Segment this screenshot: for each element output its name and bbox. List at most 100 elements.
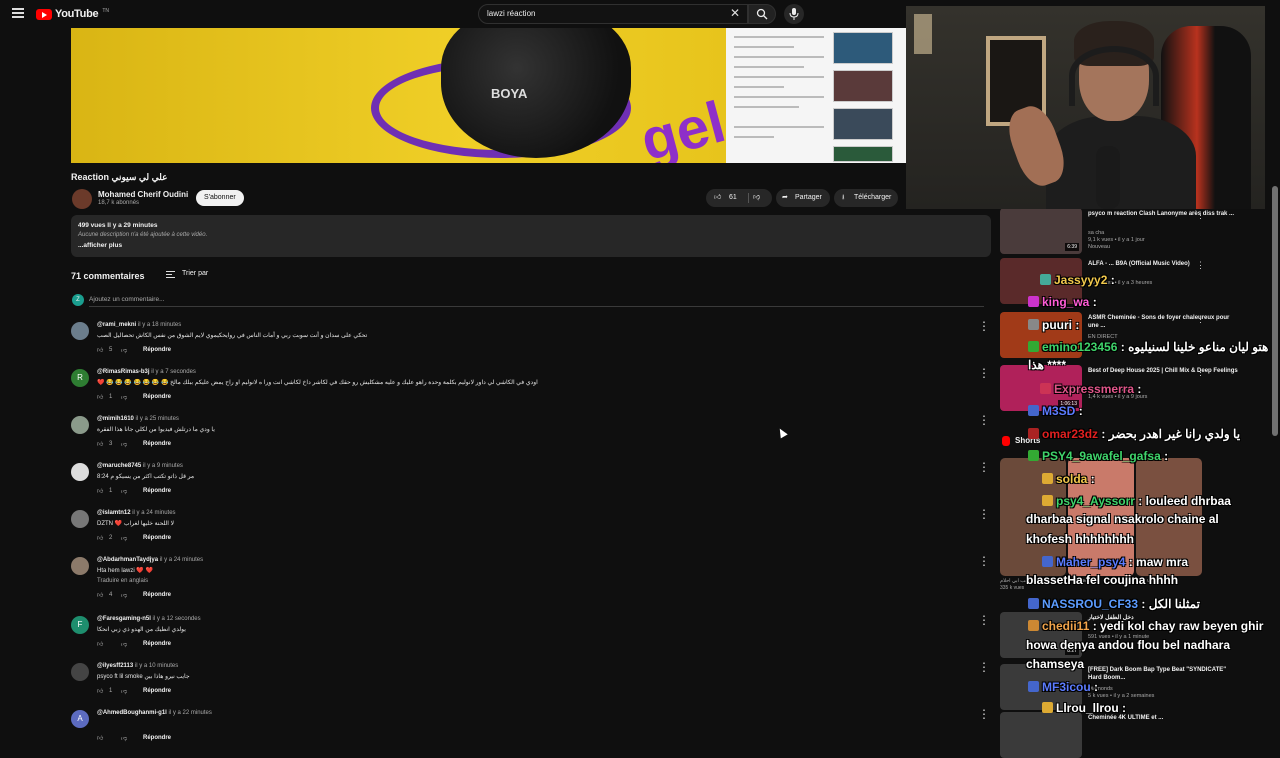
- thumbs-up-icon[interactable]: 👍︎: [97, 440, 103, 448]
- comment-author[interactable]: @RimasRimas-b3j: [97, 369, 150, 375]
- description-box[interactable]: 499 vues Il y a 29 minutes Aucune descri…: [71, 215, 991, 257]
- more-options-icon[interactable]: [978, 707, 990, 722]
- search-input[interactable]: lawzi réaction: [478, 4, 748, 24]
- more-options-icon[interactable]: ⋮: [1196, 210, 1205, 221]
- comment-author[interactable]: @AbdarhmanTaydjya: [97, 557, 158, 563]
- more-options-icon[interactable]: [978, 460, 990, 475]
- sort-icon[interactable]: [166, 271, 175, 278]
- commenter-avatar[interactable]: [71, 322, 89, 340]
- commenter-avatar[interactable]: [71, 510, 89, 528]
- youtube-logo[interactable]: YouTube TN: [36, 8, 109, 20]
- video-player[interactable]: BOYA gel: [71, 28, 906, 163]
- comment-author[interactable]: @maruche8745: [97, 463, 141, 469]
- thumbs-up-icon[interactable]: 👍︎: [714, 189, 721, 207]
- thumbs-up-icon[interactable]: 👍︎: [97, 534, 103, 542]
- comment-time[interactable]: il y a 12 secondes: [153, 616, 201, 622]
- comment-time[interactable]: il y a 24 minutes: [160, 557, 203, 563]
- commenter-avatar[interactable]: R: [71, 369, 89, 387]
- thumbs-up-icon[interactable]: 👍︎: [97, 346, 103, 354]
- comment-time[interactable]: il y a 22 minutes: [169, 710, 212, 716]
- thumbs-up-icon[interactable]: 👍︎: [97, 487, 103, 495]
- comment-author[interactable]: @ilyesff2113: [97, 663, 133, 669]
- close-icon[interactable]: ✕: [730, 6, 740, 20]
- channel-avatar[interactable]: [72, 189, 92, 209]
- thumbs-up-icon[interactable]: 👍︎: [97, 640, 103, 648]
- video-thumbnail[interactable]: [1000, 712, 1082, 758]
- comment-author[interactable]: @Faresgaming-n5l: [97, 616, 151, 622]
- subscribe-button[interactable]: S'abonner: [196, 190, 244, 206]
- comment-time[interactable]: il y a 18 minutes: [138, 322, 181, 328]
- thumbs-down-icon[interactable]: 👎︎: [121, 640, 127, 648]
- comment-time[interactable]: il y a 7 secondes: [151, 369, 196, 375]
- more-options-icon[interactable]: [978, 319, 990, 334]
- recommended-channel[interactable]: sa cha: [1088, 230, 1238, 237]
- comment-time[interactable]: il y a 10 minutes: [135, 663, 178, 669]
- channel-name[interactable]: Mohamed Cherif Oudini: [98, 190, 188, 199]
- reply-button[interactable]: Répondre: [143, 441, 171, 447]
- comment-author[interactable]: @rami_mekni: [97, 322, 136, 328]
- thumbs-down-icon[interactable]: 👎︎: [753, 189, 760, 207]
- reply-button[interactable]: Répondre: [143, 488, 171, 494]
- recommended-title[interactable]: ALFA - ... B9A (Official Music Video): [1088, 260, 1238, 268]
- thumbs-up-icon[interactable]: 👍︎: [97, 687, 103, 695]
- commenter-avatar[interactable]: [71, 416, 89, 434]
- commenter-avatar[interactable]: [71, 557, 89, 575]
- reply-button[interactable]: Répondre: [143, 592, 171, 598]
- comment-time[interactable]: il y a 24 minutes: [132, 510, 175, 516]
- recommended-title[interactable]: Cheminée 4K ULTIME et ...: [1088, 714, 1238, 722]
- thumbs-down-icon[interactable]: 👎︎: [121, 440, 127, 448]
- recommended-title[interactable]: ASMR Cheminée - Sons de foyer chaleureux…: [1088, 314, 1238, 330]
- recommended-title[interactable]: [FREE] Dark Boom Bap Type Beat "SYNDICAT…: [1088, 666, 1238, 682]
- voice-search-button[interactable]: [784, 4, 804, 24]
- reply-button[interactable]: Répondre: [143, 394, 171, 400]
- comment-time[interactable]: il y a 9 minutes: [143, 463, 183, 469]
- more-options-icon[interactable]: ⋮: [1196, 367, 1205, 378]
- share-button[interactable]: ➦ Partager: [776, 189, 830, 207]
- page-scrollbar[interactable]: [1272, 186, 1278, 436]
- comment-author[interactable]: @AhmedBoughanmi-g1l: [97, 710, 167, 716]
- more-options-icon[interactable]: [978, 507, 990, 522]
- reply-button[interactable]: Répondre: [143, 641, 171, 647]
- recommended-title[interactable]: psyco m reaction Clash Lanonyme arès dis…: [1088, 210, 1238, 218]
- video-thumbnail[interactable]: 6:39: [1000, 208, 1082, 254]
- show-more-link[interactable]: ...afficher plus: [78, 242, 122, 249]
- menu-icon[interactable]: [12, 8, 24, 18]
- translate-link[interactable]: Traduire en anglais: [97, 578, 148, 584]
- comment-time[interactable]: il y a 25 minutes: [136, 416, 179, 422]
- thumbs-up-icon[interactable]: 👍︎: [97, 734, 103, 742]
- comment-author[interactable]: @mimih1610: [97, 416, 134, 422]
- thumbs-down-icon[interactable]: 👎︎: [121, 687, 127, 695]
- thumbs-down-icon[interactable]: 👎︎: [121, 591, 127, 599]
- commenter-avatar[interactable]: F: [71, 616, 89, 634]
- download-button[interactable]: ⭳ Télécharger: [834, 189, 898, 207]
- more-options-icon[interactable]: ⋮: [1196, 260, 1205, 271]
- more-options-icon[interactable]: [978, 660, 990, 675]
- recommended-title[interactable]: Best of Deep House 2025 | Chill Mix & De…: [1088, 367, 1238, 375]
- thumbs-down-icon[interactable]: 👎︎: [121, 734, 127, 742]
- commenter-avatar[interactable]: [71, 663, 89, 681]
- more-options-icon[interactable]: [978, 366, 990, 381]
- more-options-icon[interactable]: [978, 554, 990, 569]
- thumbs-down-icon[interactable]: 👎︎: [121, 393, 127, 401]
- comment-author[interactable]: @islamtn12: [97, 510, 131, 516]
- add-comment-input[interactable]: Ajoutez un commentaire...: [89, 296, 165, 303]
- thumbs-up-icon[interactable]: 👍︎: [97, 393, 103, 401]
- comment-text: DZTN ❤️ لا اللحنة خليها لغراب: [97, 521, 175, 527]
- commenter-avatar[interactable]: A: [71, 710, 89, 728]
- recommended-channel[interactable]: Diamonds: [1088, 686, 1238, 693]
- thumbs-down-icon[interactable]: 👎︎: [121, 346, 127, 354]
- reply-button[interactable]: Répondre: [143, 735, 171, 741]
- more-options-icon[interactable]: [978, 613, 990, 628]
- thumbs-up-icon[interactable]: 👍︎: [97, 591, 103, 599]
- logo-text: YouTube: [55, 8, 99, 20]
- more-options-icon[interactable]: ⋮: [1196, 314, 1205, 325]
- sort-button[interactable]: Trier par: [182, 270, 208, 277]
- reply-button[interactable]: Répondre: [143, 535, 171, 541]
- search-button[interactable]: [748, 4, 776, 24]
- reply-button[interactable]: Répondre: [143, 688, 171, 694]
- thumbs-down-icon[interactable]: 👎︎: [121, 487, 127, 495]
- commenter-avatar[interactable]: [71, 463, 89, 481]
- more-options-icon[interactable]: [978, 413, 990, 428]
- thumbs-down-icon[interactable]: 👎︎: [121, 534, 127, 542]
- reply-button[interactable]: Répondre: [143, 347, 171, 353]
